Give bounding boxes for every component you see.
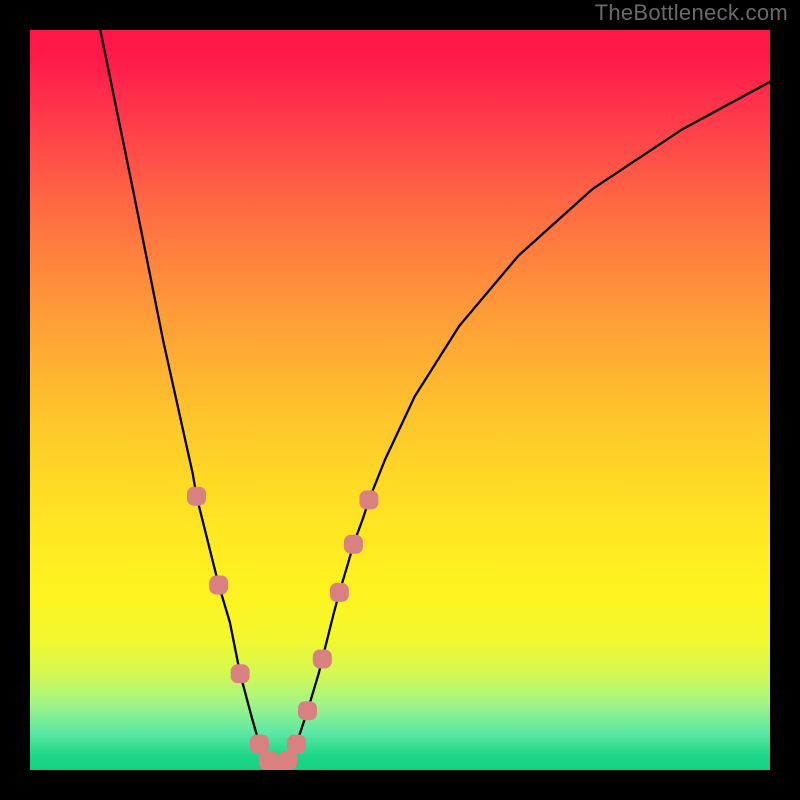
marker-point [344, 535, 363, 554]
marker-point [231, 664, 250, 683]
chart-svg [30, 30, 770, 770]
plot-area [30, 30, 770, 770]
bottleneck-curve [100, 30, 770, 766]
marker-point [250, 735, 269, 754]
watermark-text: TheBottleneck.com [595, 0, 788, 26]
marker-point [187, 487, 206, 506]
marker-point [278, 751, 297, 770]
marker-point [313, 650, 332, 669]
marker-point [330, 583, 349, 602]
marker-point [359, 490, 378, 509]
marker-point [287, 735, 306, 754]
marker-point [298, 701, 317, 720]
marker-point [209, 576, 228, 595]
curve-markers [187, 487, 378, 770]
